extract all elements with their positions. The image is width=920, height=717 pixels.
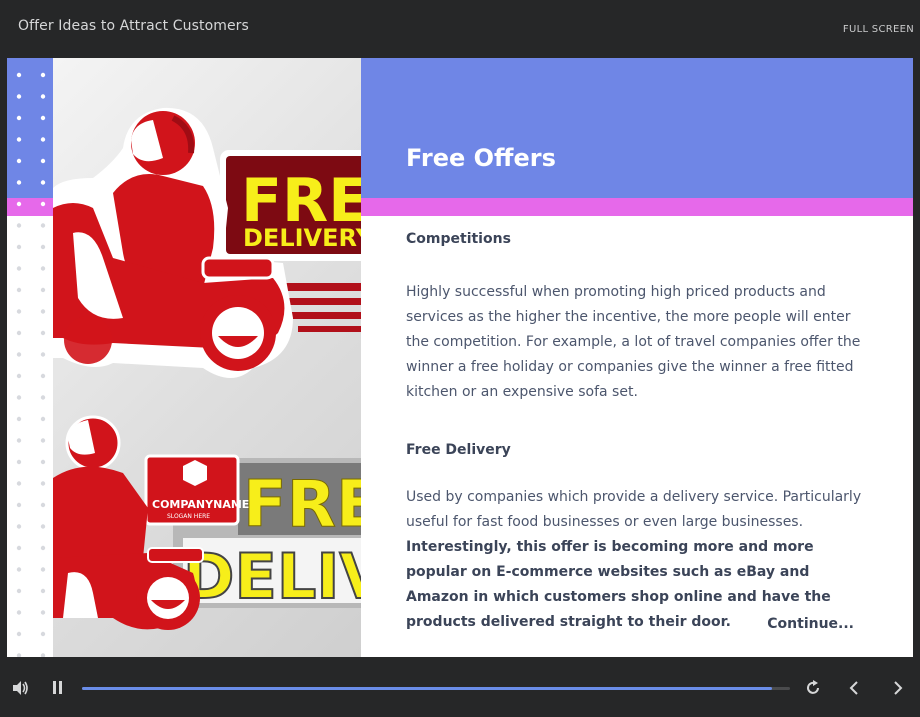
progress-bar[interactable] xyxy=(82,687,790,690)
section-body-competitions: Highly successful when promoting high pr… xyxy=(406,284,861,400)
prev-icon[interactable] xyxy=(847,680,861,696)
fullscreen-button[interactable]: FULL SCREEN xyxy=(843,24,914,35)
slide-header: Free Offers xyxy=(361,58,913,198)
next-icon[interactable] xyxy=(891,680,905,696)
volume-icon[interactable] xyxy=(12,680,30,696)
bottom-sign-line1: FREE xyxy=(243,468,361,542)
free-delivery-illustration: FREE DELIVERY xyxy=(53,58,361,657)
free-delivery-image: FREE DELIVERY xyxy=(53,107,361,630)
slide-stage: FREE DELIVERY xyxy=(7,58,913,657)
section-heading-competitions: Competitions xyxy=(406,231,511,247)
image-panel: FREE DELIVERY xyxy=(7,58,361,657)
header-accent-bar xyxy=(361,198,913,216)
pause-icon[interactable] xyxy=(52,681,64,695)
free-delivery-body-plain: Used by companies which provide a delive… xyxy=(406,489,862,530)
replay-icon[interactable] xyxy=(805,680,821,696)
dot-pattern-strip xyxy=(7,58,53,657)
section-heading-free-delivery: Free Delivery xyxy=(406,442,511,458)
company-name: COMPANYNAME xyxy=(152,498,249,511)
progress-fill xyxy=(82,687,773,690)
top-bar: Offer Ideas to Attract Customers FULL SC… xyxy=(0,0,920,58)
dot-pattern xyxy=(16,72,46,657)
bottom-sign-line2: DELIVERY xyxy=(183,540,361,613)
top-sign-line2: DELIVERY xyxy=(243,224,361,252)
continue-link[interactable]: Continue... xyxy=(767,612,854,637)
slide-title: Free Offers xyxy=(406,144,556,172)
course-title: Offer Ideas to Attract Customers xyxy=(18,18,249,34)
player-controls xyxy=(0,657,920,717)
company-slogan: SLOGAN HERE xyxy=(167,513,210,520)
